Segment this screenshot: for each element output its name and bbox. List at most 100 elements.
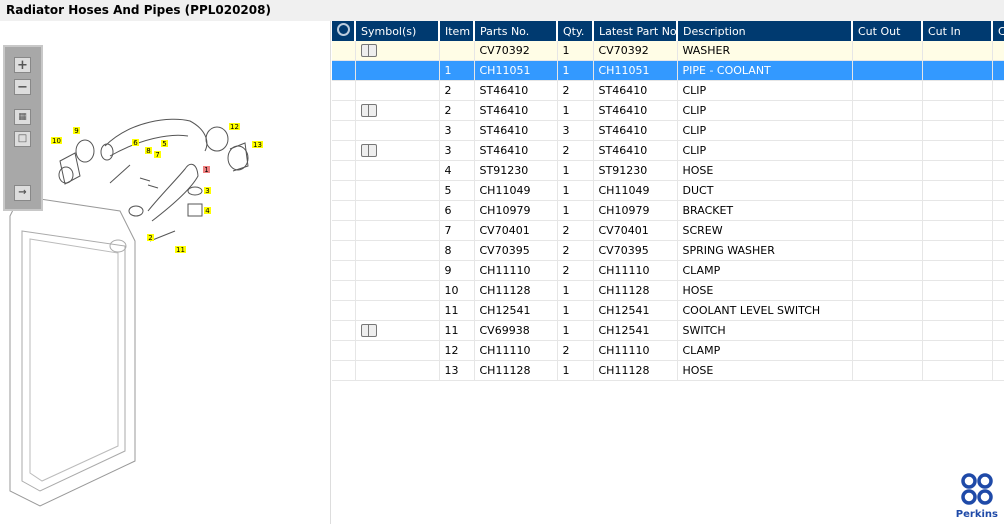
col-more[interactable]: C [992,21,1004,41]
row-indicator [332,180,356,201]
row-indicator [332,340,356,361]
description-cell: CLIP [677,100,853,121]
actual-size-button[interactable]: □ [14,131,31,147]
diagram-toolbar: + − ▦ □ → [3,45,43,211]
table-row[interactable]: 8 CV70395 2 CV70395 SPRING WASHER [332,240,1004,261]
item-cell: 1 [439,60,475,81]
row-indicator [332,160,356,181]
col-symbols[interactable]: Symbol(s) [355,21,440,41]
book-icon[interactable] [360,104,377,118]
book-icon[interactable] [360,44,377,58]
col-qty[interactable]: Qty. [557,21,594,41]
parts-no-cell: CH11051 [474,60,558,81]
row-indicator [332,200,356,221]
callout-11[interactable]: 11 [176,246,185,254]
table-row[interactable]: 1 CH11051 1 CH11051 PIPE - COOLANT [332,60,1004,81]
description-cell: BRACKET [677,200,853,221]
qty-cell: 1 [557,280,594,301]
callout-2[interactable]: 2 [148,234,152,242]
extra-cell [992,340,1004,361]
row-indicator [332,41,356,61]
callout-7[interactable]: 7 [155,151,159,159]
table-row[interactable]: 9 CH11110 2 CH11110 CLAMP [332,260,1004,281]
table-row[interactable]: 7 CV70401 2 CV70401 SCREW [332,220,1004,241]
cut-out-cell [852,340,923,361]
book-icon[interactable] [360,144,377,158]
fit-all-button[interactable]: ▦ [14,109,31,125]
description-cell: COOLANT LEVEL SWITCH [677,300,853,321]
callout-1[interactable]: 1 [204,166,208,174]
table-row[interactable]: 13 CH11128 1 CH11128 HOSE [332,360,1004,381]
magnifier-icon [336,23,350,36]
plus-icon: + [17,57,28,73]
col-description[interactable]: Description [677,21,853,41]
table-row[interactable]: 11 CH12541 1 CH12541 COOLANT LEVEL SWITCH [332,300,1004,321]
extra-cell [992,300,1004,321]
extra-cell [992,60,1004,81]
symbols-cell [355,260,440,281]
table-row[interactable]: 10 CH11128 1 CH11128 HOSE [332,280,1004,301]
description-cell: HOSE [677,160,853,181]
callout-13[interactable]: 13 [253,141,262,149]
zoom-in-button[interactable]: + [14,57,31,73]
col-latest-part-no[interactable]: Latest Part No. [593,21,678,41]
item-cell: 10 [439,280,475,301]
parts-no-cell: CH11110 [474,340,558,361]
description-cell: DUCT [677,180,853,201]
book-icon[interactable] [360,324,377,338]
table-row[interactable]: 5 CH11049 1 CH11049 DUCT [332,180,1004,201]
row-indicator [332,300,356,321]
latest-part-no-cell: CH12541 [593,320,678,341]
qty-cell: 2 [557,80,594,101]
callout-6[interactable]: 6 [133,139,138,147]
parts-no-cell: CH12541 [474,300,558,321]
parts-no-cell: CH11049 [474,180,558,201]
extra-cell [992,280,1004,301]
row-indicator [332,80,356,101]
row-indicator [332,140,356,161]
cut-in-cell [922,220,993,241]
col-item[interactable]: Item [439,21,475,41]
table-row[interactable]: 3 ST46410 2 ST46410 CLIP [332,140,1004,161]
zoom-out-button[interactable]: − [14,79,31,95]
extra-cell [992,200,1004,221]
table-row[interactable]: 4 ST91230 1 ST91230 HOSE [332,160,1004,181]
callout-5[interactable]: 5 [162,140,166,148]
callout-4[interactable]: 4 [205,207,210,215]
item-cell [439,41,475,61]
brand-name: Perkins [955,509,998,520]
callout-9[interactable]: 9 [74,127,78,135]
table-row[interactable]: CV70392 1 CV70392 WASHER [332,41,1004,61]
row-indicator [332,240,356,261]
perkins-emblem-icon [961,473,993,505]
description-cell: CLIP [677,80,853,101]
callout-3[interactable]: 3 [205,187,209,195]
symbols-cell [355,360,440,381]
callout-8[interactable]: 8 [146,147,150,155]
table-row[interactable]: 12 CH11110 2 CH11110 CLAMP [332,340,1004,361]
parts-diagram[interactable]: 1 2 3 4 5 6 7 8 9 10 11 12 13 + − ▦ □ → [0,21,331,524]
parts-no-cell: CV70395 [474,240,558,261]
col-cut-out[interactable]: Cut Out [852,21,923,41]
qty-cell: 2 [557,140,594,161]
col-cut-in[interactable]: Cut In [922,21,993,41]
extra-cell [992,120,1004,141]
table-row[interactable]: 2 ST46410 2 ST46410 CLIP [332,80,1004,101]
row-indicator [332,60,356,81]
search-column-button[interactable] [332,21,356,41]
extra-cell [992,220,1004,241]
toggle-panel-button[interactable]: → [14,185,31,201]
table-row[interactable]: 2 ST46410 1 ST46410 CLIP [332,100,1004,121]
table-row[interactable]: 11 CV69938 1 CH12541 SWITCH [332,320,1004,341]
item-cell: 11 [439,300,475,321]
latest-part-no-cell: CV70395 [593,240,678,261]
cut-in-cell [922,160,993,181]
callout-10[interactable]: 10 [52,137,61,145]
table-row[interactable]: 3 ST46410 3 ST46410 CLIP [332,120,1004,141]
cut-in-cell [922,240,993,261]
callout-12[interactable]: 12 [230,123,239,131]
table-row[interactable]: 6 CH10979 1 CH10979 BRACKET [332,200,1004,221]
minus-icon: − [17,79,28,95]
exploded-view-drawing[interactable]: 1 2 3 4 5 6 7 8 9 10 11 12 13 [0,21,330,524]
col-parts-no[interactable]: Parts No. [474,21,558,41]
